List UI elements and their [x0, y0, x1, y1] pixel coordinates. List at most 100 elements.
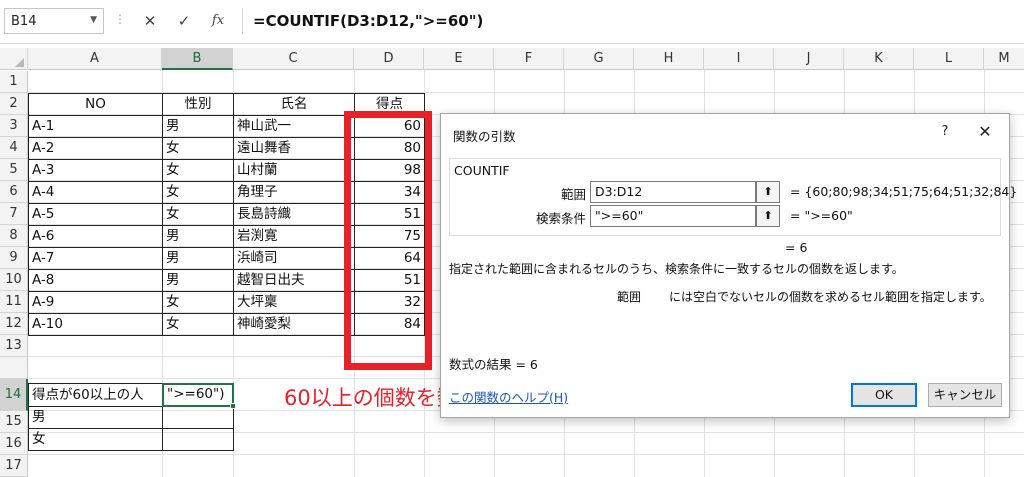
cell-name[interactable]: 山村蘭 — [233, 159, 355, 182]
header-no[interactable]: NO — [28, 93, 163, 116]
column-header-c[interactable]: C — [233, 48, 354, 70]
cancel-button[interactable]: キャンセル — [928, 383, 1002, 407]
summary-value-female[interactable] — [162, 428, 234, 451]
cell-gender[interactable]: 女 — [162, 159, 234, 182]
summary-value-male[interactable] — [162, 406, 234, 429]
row-header-15[interactable]: 15 — [0, 411, 28, 433]
row-header-1[interactable]: 1 — [0, 71, 28, 93]
active-cell-text: ">=60") — [167, 386, 225, 402]
ok-button[interactable]: OK — [851, 383, 917, 407]
function-arguments-dialog: 関数の引数 ? ✕ COUNTIF 範囲 D3:D12 ⬆ = {60;80;9… — [440, 113, 1017, 418]
cell-no[interactable]: A-8 — [28, 269, 163, 292]
select-all-icon — [15, 58, 24, 67]
row-header-13b — [0, 357, 28, 379]
cell-gender[interactable]: 女 — [162, 181, 234, 204]
column-header-b[interactable]: B — [162, 48, 233, 70]
row-header-11[interactable]: 11 — [0, 291, 28, 313]
name-box[interactable]: B14 ▼ — [4, 8, 104, 34]
cell-name[interactable]: 越智日出夫 — [233, 269, 355, 292]
cell-name[interactable]: 大坪稟 — [233, 291, 355, 314]
cell-name[interactable]: 神崎愛梨 — [233, 313, 355, 336]
cell-gender[interactable]: 女 — [162, 291, 234, 314]
help-link[interactable]: この関数のヘルプ(H) — [449, 387, 568, 406]
argument-description-name: 範囲 — [617, 290, 642, 304]
row-header-13[interactable]: 13 — [0, 335, 28, 357]
enter-check-icon[interactable]: ✓ — [170, 8, 198, 34]
cell-name[interactable]: 岩渕寛 — [233, 225, 355, 248]
cell-name[interactable]: 長島詩織 — [233, 203, 355, 226]
cell-gender[interactable]: 女 — [162, 203, 234, 226]
header-gender[interactable]: 性別 — [162, 93, 234, 116]
chevron-down-icon[interactable]: ▼ — [90, 15, 97, 25]
row-header-5[interactable]: 5 — [0, 159, 28, 181]
cancel-icon[interactable]: ✕ — [136, 8, 164, 34]
criteria-input[interactable]: ">=60" — [590, 205, 756, 227]
row-header-2[interactable]: 2 — [0, 93, 28, 115]
collapse-range-icon[interactable]: ⬆ — [756, 181, 780, 203]
column-header-d[interactable]: D — [354, 48, 424, 70]
formula-evaluation: = 6 — [785, 240, 808, 255]
cell-no[interactable]: A-2 — [28, 137, 163, 160]
row-header-3[interactable]: 3 — [0, 115, 28, 137]
row-header-17[interactable]: 17 — [0, 455, 28, 477]
row-header-4[interactable]: 4 — [0, 137, 28, 159]
close-icon[interactable]: ✕ — [975, 122, 995, 141]
column-header-f[interactable]: F — [494, 48, 564, 70]
cell-name[interactable]: 神山武一 — [233, 115, 355, 138]
formula-input[interactable]: =COUNTIF(D3:D12,">=60") — [242, 8, 1024, 34]
cell-gender[interactable]: 女 — [162, 313, 234, 336]
summary-label-male[interactable]: 男 — [28, 406, 163, 429]
collapse-criteria-icon[interactable]: ⬆ — [756, 205, 780, 227]
row-header-10[interactable]: 10 — [0, 269, 28, 291]
cell-name[interactable]: 角理子 — [233, 181, 355, 204]
active-cell-b14[interactable]: ">=60") — [162, 383, 234, 407]
summary-label-over60[interactable]: 得点が60以上の人 — [28, 383, 163, 407]
row-header-14[interactable]: 14 — [0, 379, 28, 411]
cell-no[interactable]: A-4 — [28, 181, 163, 204]
gridline — [28, 454, 1024, 455]
formula-buttons: ✕ ✓ fx — [130, 8, 240, 34]
more-options-icon[interactable]: ⋮ — [114, 12, 126, 26]
cell-gender[interactable]: 男 — [162, 269, 234, 292]
column-header-i[interactable]: I — [704, 48, 774, 70]
row-header-12[interactable]: 12 — [0, 313, 28, 335]
column-header-l[interactable]: L — [914, 48, 984, 70]
select-all-corner[interactable] — [0, 48, 28, 70]
cell-no[interactable]: A-3 — [28, 159, 163, 182]
row-header-7[interactable]: 7 — [0, 203, 28, 225]
cell-no[interactable]: A-9 — [28, 291, 163, 314]
formula-bar: B14 ▼ ⋮ ✕ ✓ fx =COUNTIF(D3:D12,">=60") — [0, 0, 1024, 44]
arguments-group: COUNTIF 範囲 D3:D12 ⬆ = {60;80;98;34;51;75… — [449, 158, 1017, 236]
cell-gender[interactable]: 男 — [162, 225, 234, 248]
arg-label-criteria: 検索条件 — [535, 211, 586, 226]
summary-label-female[interactable]: 女 — [28, 428, 163, 451]
column-header-j[interactable]: J — [774, 48, 844, 70]
header-name[interactable]: 氏名 — [233, 93, 355, 116]
cell-name[interactable]: 浜崎司 — [233, 247, 355, 270]
column-header-m[interactable]: M — [984, 48, 1024, 70]
insert-function-icon[interactable]: fx — [204, 8, 232, 34]
cell-no[interactable]: A-5 — [28, 203, 163, 226]
column-header-a[interactable]: A — [28, 48, 162, 70]
cell-gender[interactable]: 男 — [162, 247, 234, 270]
cell-gender[interactable]: 男 — [162, 115, 234, 138]
cell-no[interactable]: A-7 — [28, 247, 163, 270]
column-header-h[interactable]: H — [634, 48, 704, 70]
cell-gender[interactable]: 女 — [162, 137, 234, 160]
highlight-box — [344, 111, 432, 370]
column-header-k[interactable]: K — [844, 48, 914, 70]
column-header-e[interactable]: E — [424, 48, 494, 70]
cell-no[interactable]: A-6 — [28, 225, 163, 248]
help-icon[interactable]: ? — [937, 124, 953, 139]
cell-no[interactable]: A-1 — [28, 115, 163, 138]
row-header-8[interactable]: 8 — [0, 225, 28, 247]
cell-name[interactable]: 遠山舞香 — [233, 137, 355, 160]
fill-handle[interactable] — [230, 403, 236, 409]
row-header-16[interactable]: 16 — [0, 433, 28, 455]
criteria-result: = ">=60" — [790, 208, 853, 223]
row-header-6[interactable]: 6 — [0, 181, 28, 203]
row-header-9[interactable]: 9 — [0, 247, 28, 269]
column-header-g[interactable]: G — [564, 48, 634, 70]
range-input[interactable]: D3:D12 — [590, 181, 756, 203]
cell-no[interactable]: A-10 — [28, 313, 163, 336]
